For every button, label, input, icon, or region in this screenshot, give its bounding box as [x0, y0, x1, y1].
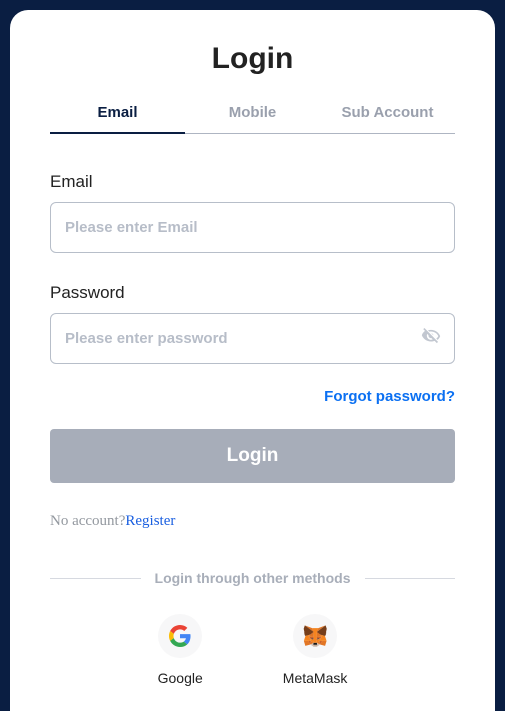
tab-sub-account[interactable]: Sub Account	[320, 104, 455, 133]
login-button[interactable]: Login	[50, 429, 455, 483]
divider-line	[50, 578, 141, 579]
forgot-password-link[interactable]: Forgot password?	[50, 388, 455, 405]
email-field-wrap	[50, 202, 455, 253]
divider-text: Login through other methods	[141, 570, 365, 586]
password-input[interactable]	[50, 313, 455, 364]
password-field-wrap	[50, 313, 455, 364]
no-account-text: No account?	[50, 513, 125, 529]
divider-line	[365, 578, 456, 579]
register-link[interactable]: Register	[125, 513, 175, 529]
method-google[interactable]: Google	[158, 614, 203, 686]
tab-label: Email	[97, 104, 137, 121]
method-label: MetaMask	[283, 670, 348, 686]
tab-mobile[interactable]: Mobile	[185, 104, 320, 133]
eye-off-icon[interactable]	[421, 326, 441, 351]
metamask-icon	[293, 614, 337, 658]
oauth-methods: Google MetaMask	[50, 614, 455, 686]
login-tabs: Email Mobile Sub Account	[50, 104, 455, 134]
page-title: Login	[50, 42, 455, 76]
tab-label: Mobile	[229, 104, 277, 121]
password-label: Password	[50, 283, 455, 303]
tab-email[interactable]: Email	[50, 104, 185, 133]
email-input[interactable]	[50, 202, 455, 253]
email-label: Email	[50, 172, 455, 192]
divider-row: Login through other methods	[50, 570, 455, 586]
method-label: Google	[158, 670, 203, 686]
login-card: Login Email Mobile Sub Account Email Pas…	[10, 10, 495, 711]
no-account-row: No account?Register	[50, 513, 455, 530]
tab-label: Sub Account	[342, 104, 434, 121]
method-metamask[interactable]: MetaMask	[283, 614, 348, 686]
google-icon	[158, 614, 202, 658]
